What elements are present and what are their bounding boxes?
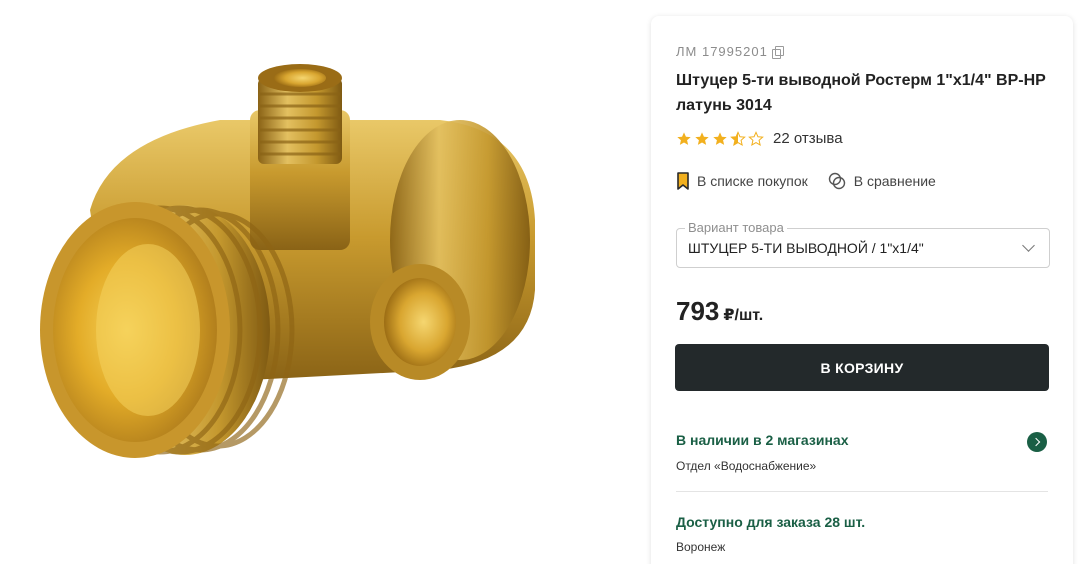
variant-legend: Вариант товара — [685, 220, 787, 235]
shopping-list-label: В списке покупок — [697, 173, 808, 189]
price: 793 ₽/шт. — [676, 296, 763, 327]
compare-icon — [828, 172, 845, 190]
product-image[interactable] — [20, 60, 550, 490]
variant-select[interactable]: Вариант товара ШТУЦЕР 5-ТИ ВЫВОДНОЙ / 1"… — [676, 220, 1050, 268]
rating-stars — [676, 130, 764, 147]
copy-icon[interactable] — [771, 45, 784, 59]
variant-value: ШТУЦЕР 5-ТИ ВЫВОДНОЙ / 1"x1/4" — [688, 240, 924, 256]
star-half-icon — [730, 130, 746, 146]
divider — [676, 491, 1048, 492]
chevron-down-icon — [1022, 239, 1035, 252]
product-actions: В списке покупок В сравнение — [677, 172, 936, 190]
shopping-list-button[interactable]: В списке покупок — [677, 172, 808, 190]
order-availability: Доступно для заказа 28 шт. Воронеж — [676, 514, 1048, 554]
sku-code: ЛМ 17995201 — [676, 44, 768, 59]
product-title: Штуцер 5-ти выводной Ростерм 1"x1/4" ВР-… — [676, 72, 1046, 114]
order-title: Доступно для заказа 28 шт. — [676, 514, 866, 530]
bookmark-icon — [677, 172, 689, 190]
order-city: Воронеж — [676, 540, 726, 554]
price-unit: ₽/шт. — [723, 307, 764, 324]
star-full-icon — [695, 131, 709, 145]
compare-label: В сравнение — [853, 173, 936, 189]
price-value: 793 — [676, 296, 720, 326]
star-empty-icon — [748, 130, 764, 146]
reviews-link[interactable]: 22 отзыва — [773, 130, 843, 147]
add-to-cart-button[interactable]: В КОРЗИНУ — [675, 344, 1049, 391]
star-full-icon — [713, 131, 727, 145]
sku-line: ЛМ 17995201 — [676, 44, 784, 59]
star-full-icon — [677, 131, 691, 145]
rating: 22 отзыва — [676, 130, 843, 147]
product-card: ЛМ 17995201 Штуцер 5-ти выводной Ростерм… — [651, 16, 1073, 564]
arrow-right-icon[interactable] — [1027, 432, 1047, 452]
stock-department: Отдел «Водоснабжение» — [676, 459, 817, 473]
product-page: ЛМ 17995201 Штуцер 5-ти выводной Ростерм… — [0, 0, 1089, 564]
stock-title[interactable]: В наличии в 2 магазинах — [676, 432, 1048, 448]
stock-availability[interactable]: В наличии в 2 магазинах Отдел «Водоснабж… — [676, 432, 1048, 473]
compare-button[interactable]: В сравнение — [828, 172, 936, 190]
